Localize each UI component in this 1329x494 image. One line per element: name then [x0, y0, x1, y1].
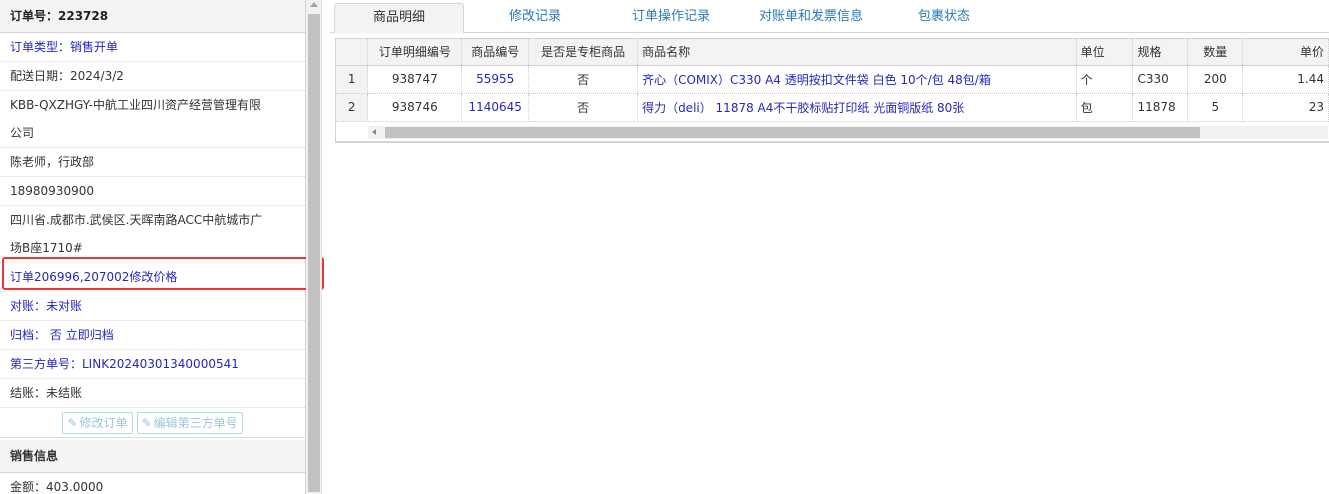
col-spec[interactable]: 规格	[1132, 39, 1189, 66]
tab-order-operation-log[interactable]: 订单操作记录	[606, 3, 736, 33]
detail-tabs: 商品明细 修改记录 订单操作记录 对账单和发票信息 包裹状态	[330, 0, 1329, 33]
tab-package-status[interactable]: 包裹状态	[886, 3, 1002, 33]
archive-status: 归档： 否 立即归档	[0, 321, 305, 350]
third-party-order-number: 第三方单号：LINK20240301340000541	[0, 350, 305, 379]
customer-name: KBB-QXZHGY-中航工业四川资产经营管理有限 公司	[0, 91, 305, 148]
edit-icon: ✎	[141, 415, 152, 430]
detail-id-cell: 938746	[367, 93, 463, 122]
row-number: 2	[336, 93, 369, 122]
col-quantity[interactable]: 数量	[1187, 39, 1244, 66]
col-product-name[interactable]: 商品名称	[637, 39, 1077, 66]
tab-statement-invoice[interactable]: 对账单和发票信息	[736, 3, 886, 33]
col-unit-price[interactable]: 单价	[1242, 39, 1329, 66]
order-number-header: 订单号：223728	[0, 0, 305, 33]
sales-info-header: 销售信息	[0, 440, 305, 473]
customer-name-line2: 公司	[10, 126, 35, 140]
tab-modification-log[interactable]: 修改记录	[470, 3, 600, 33]
edit-third-party-button[interactable]: ✎ 编辑第三方单号	[136, 411, 243, 434]
scroll-left-arrow-icon[interactable]	[372, 129, 376, 135]
order-info-panel: 订单号：223728 订单类型：销售开单 配送日期：2024/3/2 KBB-Q…	[0, 0, 306, 494]
contact-phone: 18980930900	[0, 177, 305, 206]
product-id-link[interactable]: 1140645	[461, 93, 530, 122]
order-note: 订单206996,207002修改价格	[0, 263, 305, 292]
spec-cell: 11878	[1132, 93, 1189, 122]
scrollbar-thumb[interactable]	[308, 14, 320, 492]
row-number-header	[336, 39, 369, 66]
product-name-link[interactable]: 得力（deli） 11878 A4不干胶标贴打印纸 光面铜版纸 80张	[637, 93, 1077, 122]
counter-cell: 否	[528, 65, 639, 94]
archive-value: 否	[49, 328, 62, 342]
archive-label: 归档：	[10, 328, 47, 342]
address-line1: 四川省.成都市.武侯区.天晖南路ACC中航城市广	[10, 213, 263, 227]
detail-id-cell: 938747	[367, 65, 463, 94]
scroll-up-arrow-icon[interactable]	[310, 2, 318, 7]
tab-product-details[interactable]: 商品明细	[334, 3, 464, 33]
order-type: 订单类型：销售开单	[0, 33, 305, 62]
settlement-status: 结账：未结账	[0, 379, 305, 408]
col-detail-id[interactable]: 订单明细编号	[367, 39, 463, 66]
quantity-cell: 5	[1187, 93, 1244, 122]
price-cell: 23	[1242, 93, 1329, 122]
col-unit[interactable]: 单位	[1076, 39, 1134, 66]
counter-cell: 否	[528, 93, 639, 122]
left-panel-scrollbar[interactable]	[306, 0, 322, 494]
address-line2: 场B座1710#	[10, 241, 83, 255]
edit-order-label: 修改订单	[79, 415, 128, 430]
grid-horizontal-scrollbar[interactable]	[368, 126, 1328, 139]
product-table: 订单明细编号 商品编号 是否是专柜商品 商品名称 单位 规格 数量 单价 1 9…	[336, 39, 1329, 122]
edit-icon: ✎	[67, 415, 78, 430]
table-row[interactable]: 2 938746 1140645 否 得力（deli） 11878 A4不干胶标…	[336, 93, 1329, 122]
table-row[interactable]: 1 938747 55955 否 齐心（COMIX）C330 A4 透明按扣文件…	[336, 65, 1329, 94]
delivery-address: 四川省.成都市.武侯区.天晖南路ACC中航城市广 场B座1710#	[0, 206, 305, 263]
grid-bottom-border	[335, 142, 1329, 143]
delivery-date: 配送日期：2024/3/2	[0, 62, 305, 91]
order-actions: ✎ 修改订单 ✎ 编辑第三方单号	[0, 408, 305, 438]
spec-cell: C330	[1132, 65, 1189, 94]
col-product-id[interactable]: 商品编号	[461, 39, 530, 66]
unit-cell: 包	[1076, 93, 1134, 122]
quantity-cell: 200	[1187, 65, 1244, 94]
customer-name-line1: KBB-QXZHGY-中航工业四川资产经营管理有限	[10, 98, 261, 112]
table-header-row: 订单明细编号 商品编号 是否是专柜商品 商品名称 单位 规格 数量 单价	[336, 39, 1329, 66]
unit-cell: 个	[1076, 65, 1134, 94]
product-name-link[interactable]: 齐心（COMIX）C330 A4 透明按扣文件袋 白色 10个/包 48包/箱	[637, 65, 1077, 94]
archive-now-link[interactable]: 立即归档	[66, 328, 114, 342]
contact-person: 陈老师，行政部	[0, 148, 305, 177]
reconcile-status: 对账：未对账	[0, 292, 305, 321]
price-cell: 1.44	[1242, 65, 1329, 94]
col-counter-product[interactable]: 是否是专柜商品	[528, 39, 639, 66]
edit-third-party-label: 编辑第三方单号	[153, 415, 238, 430]
row-number: 1	[336, 65, 369, 94]
horizontal-scrollbar-thumb[interactable]	[385, 127, 1200, 138]
sales-amount: 金额：403.0000	[0, 473, 305, 494]
product-id-link[interactable]: 55955	[461, 65, 530, 94]
edit-order-button[interactable]: ✎ 修改订单	[62, 411, 133, 434]
